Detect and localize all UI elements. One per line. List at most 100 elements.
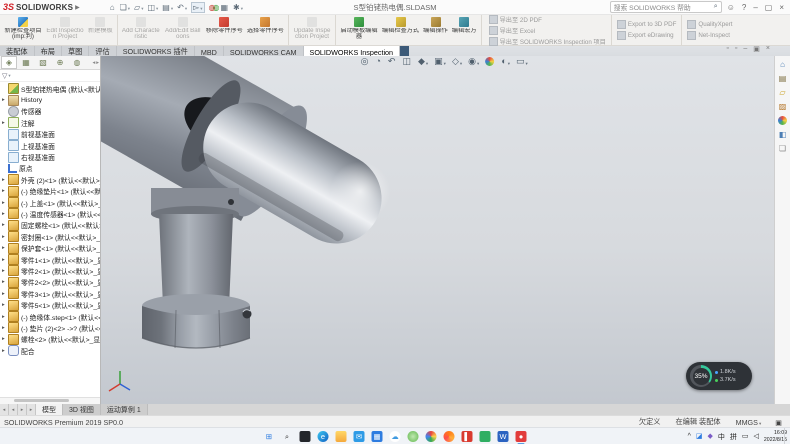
previous-view-icon[interactable]: ↶	[388, 57, 397, 66]
view-settings-icon[interactable]: ▭▾	[516, 57, 528, 66]
green-note-app-icon[interactable]	[480, 431, 491, 442]
performance-monitor-widget[interactable]: 35% 1.8K/s 3.7K/s	[686, 362, 752, 390]
scrollbar-thumb[interactable]	[14, 399, 69, 402]
export-button[interactable]: Net-Inspect	[687, 31, 732, 40]
view-orientation-icon[interactable]: ▣▾	[434, 57, 446, 66]
doc-close-icon[interactable]: ×	[766, 45, 770, 53]
tree-item[interactable]: 前视基准面	[0, 129, 100, 140]
config-scroll-arrow-icon[interactable]: ◂	[9, 404, 18, 415]
tree-item[interactable]: ▸ 固定螺栓<1> (默认<<默认>_显示	[0, 220, 100, 231]
search-box[interactable]: 搜索 SOLIDWORKS 帮助 ⌕	[610, 1, 722, 13]
rebuild-icon[interactable]: ◍	[209, 3, 217, 12]
edit-appearance-icon[interactable]	[485, 57, 495, 66]
tree-item[interactable]: ▸ 零件1<1> (默认<<默认>_显示状态	[0, 254, 100, 265]
export-button[interactable]: 导出至 Excel	[489, 26, 606, 35]
config-tab[interactable]: 3D 视图	[63, 404, 101, 415]
store-icon[interactable]: ▦	[372, 431, 383, 442]
volume-icon[interactable]: ◁	[754, 432, 759, 442]
hide-show-items-icon[interactable]: ◉▾	[468, 57, 479, 66]
tree-item[interactable]: 右视基准面	[0, 151, 100, 162]
tree-item[interactable]: ▸ (-) 绝缘体.step<1> (默认<<默认	[0, 311, 100, 322]
tree-item[interactable]: ▸ History	[0, 94, 100, 105]
hidden-icons-chevron[interactable]: ^	[688, 433, 691, 440]
ribbon-button[interactable]: 编辑检查方式	[380, 15, 421, 45]
export-button[interactable]: QualityXpert	[687, 20, 732, 29]
tree-item[interactable]: ▸ 注解	[0, 117, 100, 128]
file-explorer-pane-icon[interactable]: ▱	[779, 88, 785, 97]
view-palette-icon[interactable]: ▨	[779, 102, 787, 111]
tree-item[interactable]: ▸ 螺栓<2> (默认<<默认>_显示状态	[0, 334, 100, 345]
config-scroll-arrow-icon[interactable]: ▸	[18, 404, 27, 415]
tree-item[interactable]: ▸ 零件2<2> (默认<<默认>_显示状态	[0, 277, 100, 288]
annotation-view-icon[interactable]: ◆▾	[418, 57, 428, 66]
user-account-icon[interactable]: ☺	[727, 3, 735, 12]
ribbon-button[interactable]: 新建检查项目 (imp:判)	[2, 15, 44, 45]
show-desktop-button[interactable]	[784, 428, 787, 444]
tree-item[interactable]: ▸ (-) 垫片 (2)<2> ->? (默认<<默认	[0, 322, 100, 333]
design-library-icon[interactable]: ▤	[779, 74, 787, 83]
panel-horizontal-scrollbar[interactable]	[0, 397, 100, 404]
ribbon-button[interactable]: Update Inspection Project	[291, 15, 333, 45]
panel-scroll-left-icon[interactable]: ◂	[92, 60, 95, 66]
ribbon-button[interactable]: Edit Inspection Project	[44, 15, 86, 45]
orange-ring-app-icon[interactable]	[444, 431, 455, 442]
doc-minimize-icon[interactable]: –	[743, 45, 747, 53]
tree-item[interactable]: 上视基准面	[0, 140, 100, 151]
red-book-app-icon[interactable]: ▌	[462, 431, 473, 442]
new-file-icon[interactable]: ❏▾	[120, 3, 130, 12]
ime-mode[interactable]: 拼	[730, 432, 737, 442]
ribbon-button[interactable]: Add/Edit Balloons	[162, 15, 204, 45]
config-tab[interactable]: 模型	[36, 404, 63, 415]
shield-icon[interactable]: ◆	[708, 432, 713, 442]
status-item[interactable]: MMGS▾	[736, 417, 762, 427]
config-tab[interactable]: 运动算例 1	[101, 404, 148, 415]
model-3d[interactable]	[101, 56, 774, 404]
tree-item[interactable]: ▸ 零件3<1> (默认<<默认>_显示状态	[0, 288, 100, 299]
tree-item[interactable]: ▸ 保护套<1> (默认<<默认>_显示状	[0, 242, 100, 253]
green-app-icon[interactable]	[408, 431, 419, 442]
tree-filter[interactable]: ▽ ▾	[0, 70, 100, 82]
ribbon-button[interactable]: 选择零件序号	[245, 15, 286, 45]
close-icon[interactable]: ×	[779, 3, 784, 12]
apply-scene-icon[interactable]: ◐▾	[501, 57, 510, 66]
doc-window-icon-2[interactable]: ▫	[735, 45, 737, 53]
brand-flyout-arrow[interactable]: ▶	[75, 4, 80, 11]
export-button[interactable]: 导出至 2D PDF	[489, 15, 606, 24]
export-button[interactable]: Export to 3D PDF	[617, 20, 677, 29]
start-button[interactable]: ⊞	[264, 431, 275, 442]
pinwheel-app-icon[interactable]	[426, 431, 437, 442]
word-app-icon[interactable]: W	[498, 431, 509, 442]
tree-item[interactable]: ▸ 密封圈<1> (默认<<默认>_显示状	[0, 231, 100, 242]
minimize-icon[interactable]: –	[753, 3, 757, 12]
home-icon[interactable]: ⌂	[110, 3, 116, 12]
display-style-icon[interactable]: ◇▾	[452, 57, 462, 66]
propertymanager-tab[interactable]: ▦	[18, 56, 34, 69]
tree-item[interactable]: S型铂铑热电偶 (默认<默认_显示状态-1	[0, 83, 100, 94]
ribbon-button[interactable]: 编辑操作	[421, 15, 450, 45]
status-badge-icon[interactable]: ▣	[775, 418, 782, 427]
file-properties-icon[interactable]: ▦	[220, 3, 229, 12]
status-item[interactable]: 在编辑 装配体	[675, 417, 721, 427]
tree-item[interactable]: ▸ 零件2<1> (默认<<默认>_显示状态	[0, 265, 100, 276]
ribbon-button[interactable]: 新建模板	[86, 15, 115, 45]
tree-item[interactable]: ▸ 外壳 (2)<1> (默认<<默认>_显示状	[0, 174, 100, 185]
graphics-viewport[interactable]: ◎ ◔ ↶ ◫ ◆▾ ▣▾ ◇▾ ◉▾ ◐▾	[101, 56, 774, 404]
resources-home-icon[interactable]: ⌂	[780, 60, 785, 69]
open-file-icon[interactable]: ▱▾	[134, 3, 143, 12]
tree-item[interactable]: ▸ (-) 上盖<1> (默认<<默认>_显示状	[0, 197, 100, 208]
display-icon[interactable]: ▭	[742, 432, 749, 442]
cloud-app-icon[interactable]: ☁	[390, 431, 401, 442]
active-red-app-icon[interactable]: ●	[516, 431, 527, 442]
featuremanager-tab[interactable]: ◈	[1, 56, 17, 69]
ribbon-button[interactable]: 移除零件序号	[204, 15, 245, 45]
configurationmanager-tab[interactable]: ▧	[35, 56, 51, 69]
snip-app-icon[interactable]	[300, 431, 311, 442]
section-view-icon[interactable]: ◫	[402, 57, 412, 66]
doc-restore-icon[interactable]: ▣	[753, 45, 760, 53]
zoom-fit-icon[interactable]: ◎	[361, 57, 370, 66]
search-icon[interactable]: ⌕	[714, 3, 718, 11]
ime-language[interactable]: 中	[718, 432, 725, 442]
custom-properties-icon[interactable]: ◧	[779, 130, 787, 139]
help-icon[interactable]: ?	[742, 3, 746, 12]
mail-icon[interactable]: ✉	[354, 431, 365, 442]
